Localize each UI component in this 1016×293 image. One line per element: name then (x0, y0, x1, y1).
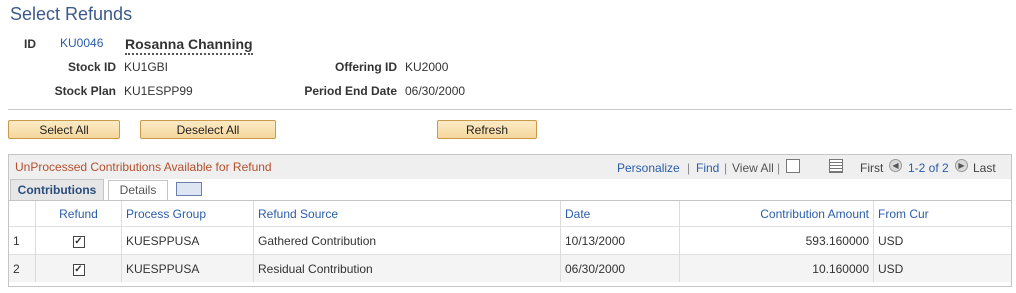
find-link[interactable]: Find (696, 161, 719, 175)
id-label: ID (24, 37, 36, 51)
refund-checkbox[interactable]: ✓ (72, 236, 85, 248)
personalize-link[interactable]: Personalize (617, 161, 680, 175)
refresh-button[interactable]: Refresh (437, 120, 537, 139)
deselect-all-button[interactable]: Deselect All (140, 120, 276, 139)
employee-name[interactable]: Rosanna Channing (125, 36, 253, 55)
currency-cell: USD (873, 226, 1011, 255)
column-header[interactable]: Refund Source (253, 201, 561, 227)
grid-title: UnProcessed Contributions Available for … (15, 160, 272, 174)
refund-source-cell: Residual Contribution (253, 254, 561, 282)
row-number: 1 (9, 226, 36, 255)
currency-cell: USD (873, 254, 1011, 282)
date-cell: 10/13/2000 (560, 226, 680, 255)
process-group-cell: KUESPPUSA (121, 226, 254, 255)
previous-icon[interactable]: ◀ (889, 159, 902, 172)
period-end-date-label: Period End Date (304, 84, 397, 98)
view-all-link[interactable]: View All (732, 161, 774, 175)
first-label: First (860, 161, 884, 175)
separator: | (724, 161, 728, 175)
amount-cell: 593.160000 (679, 226, 874, 255)
column-header[interactable]: From Cur (873, 201, 1011, 227)
page-title: Select Refunds (10, 4, 133, 24)
employee-id-link[interactable]: KU0046 (60, 36, 103, 50)
stock-id-label: Stock ID (67, 60, 116, 74)
offering-id-label: Offering ID (335, 60, 397, 74)
separator: | (777, 161, 781, 175)
refund-checkbox[interactable]: ✓ (72, 264, 85, 276)
contributions-table: Refund Process Group Refund Source Date … (9, 201, 1011, 282)
stock-plan-label: Stock Plan (54, 84, 116, 98)
table-row: 2 ✓ KUESPPUSA Residual Contribution 06/3… (9, 254, 1011, 282)
row-number: 2 (9, 254, 36, 282)
refund-cell: ✓ (35, 254, 122, 282)
offering-id-value: KU2000 (405, 60, 449, 74)
next-icon[interactable]: ▶ (955, 159, 968, 172)
row-number-header (9, 201, 36, 227)
date-cell: 06/30/2000 (560, 254, 680, 282)
select-all-button[interactable]: Select All (8, 120, 120, 139)
download-grid-icon[interactable] (829, 158, 844, 173)
stock-plan-value: KU1ESPP99 (124, 84, 193, 98)
last-label: Last (973, 161, 996, 175)
row-range: 1-2 of 2 (908, 161, 949, 175)
tab-contributions[interactable]: Contributions (10, 179, 104, 200)
period-end-date-value: 06/30/2000 (405, 84, 466, 98)
tab-details[interactable]: Details (108, 180, 168, 200)
column-header[interactable]: Refund (35, 201, 122, 227)
new-window-icon[interactable] (786, 158, 800, 173)
table-header-row: Refund Process Group Refund Source Date … (9, 201, 1011, 227)
divider (8, 109, 1012, 110)
amount-cell: 10.160000 (679, 254, 874, 282)
refund-source-cell: Gathered Contribution (253, 226, 561, 255)
stock-id-value: KU1GBI (124, 60, 169, 74)
column-header[interactable]: Contribution Amount (679, 201, 874, 227)
column-header[interactable]: Date (560, 201, 680, 227)
process-group-cell: KUESPPUSA (121, 254, 254, 282)
show-all-columns-icon[interactable] (176, 182, 202, 196)
column-header[interactable]: Process Group (121, 201, 254, 227)
separator: | (687, 161, 691, 175)
table-row: 1 ✓ KUESPPUSA Gathered Contribution 10/1… (9, 226, 1011, 255)
refund-cell: ✓ (35, 226, 122, 255)
